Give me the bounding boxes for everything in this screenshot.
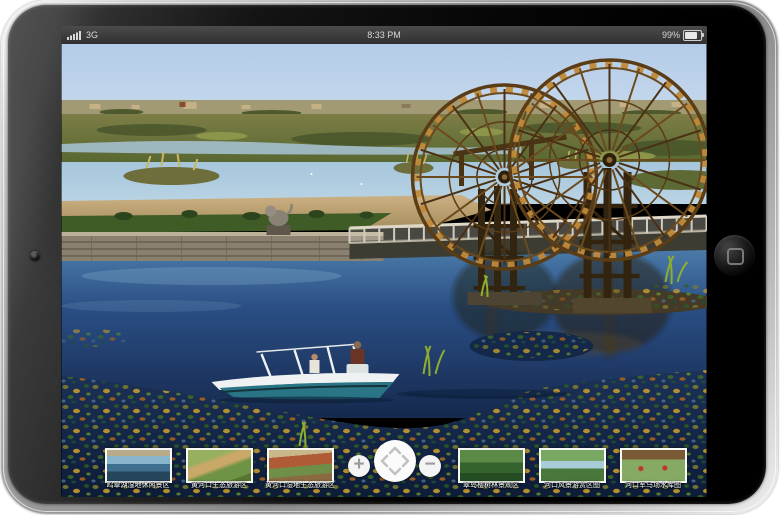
thumbnail-5[interactable] — [539, 448, 606, 483]
zoom-out-button[interactable]: − — [419, 455, 441, 477]
waterwheel-photo — [61, 44, 707, 497]
battery-percent-label: 99% — [662, 30, 680, 40]
home-button-square-icon — [727, 248, 744, 265]
waterwheel-left — [413, 85, 597, 269]
thumbnail-1-caption: 鸣翠湖湿地休闲景区 — [96, 482, 180, 490]
thumbnail-4[interactable] — [458, 448, 525, 483]
thumbnail-6[interactable] — [620, 448, 687, 483]
minus-icon: − — [424, 454, 435, 475]
dpad-down-icon — [390, 469, 400, 474]
screen: 3G 8:33 PM 99% — [61, 26, 707, 497]
dpad-left-icon — [382, 456, 387, 466]
clock-label: 8:33 PM — [367, 30, 401, 40]
thumbnail-6-caption: 河口军马场水库图 — [611, 482, 695, 490]
dpad-up-icon — [390, 448, 400, 453]
battery-icon — [683, 30, 702, 41]
tablet-device: 3G 8:33 PM 99% — [1, 0, 778, 514]
thumbnail-3[interactable] — [267, 448, 334, 483]
thumbnail-1[interactable] — [105, 448, 172, 483]
thumbnail-2-caption: 黄河口生态旅游区 — [177, 482, 261, 490]
status-bar: 3G 8:33 PM 99% — [61, 26, 707, 44]
dpad-right-icon — [403, 456, 408, 466]
directional-pad[interactable] — [374, 440, 416, 482]
plus-icon: + — [353, 454, 364, 475]
thumbnail-4-caption: 翠岛樱树林景观区 — [449, 482, 533, 490]
home-button[interactable] — [714, 235, 755, 276]
thumbnail-5-caption: 河口风景游赏区图 — [530, 482, 614, 490]
photo-canvas — [61, 44, 707, 497]
thumbnail-3-caption: 黄河口湿地生态旅游区 — [258, 482, 342, 490]
zoom-in-button[interactable]: + — [348, 455, 370, 477]
front-camera-icon — [30, 251, 40, 261]
thumbnail-2[interactable] — [186, 448, 253, 483]
